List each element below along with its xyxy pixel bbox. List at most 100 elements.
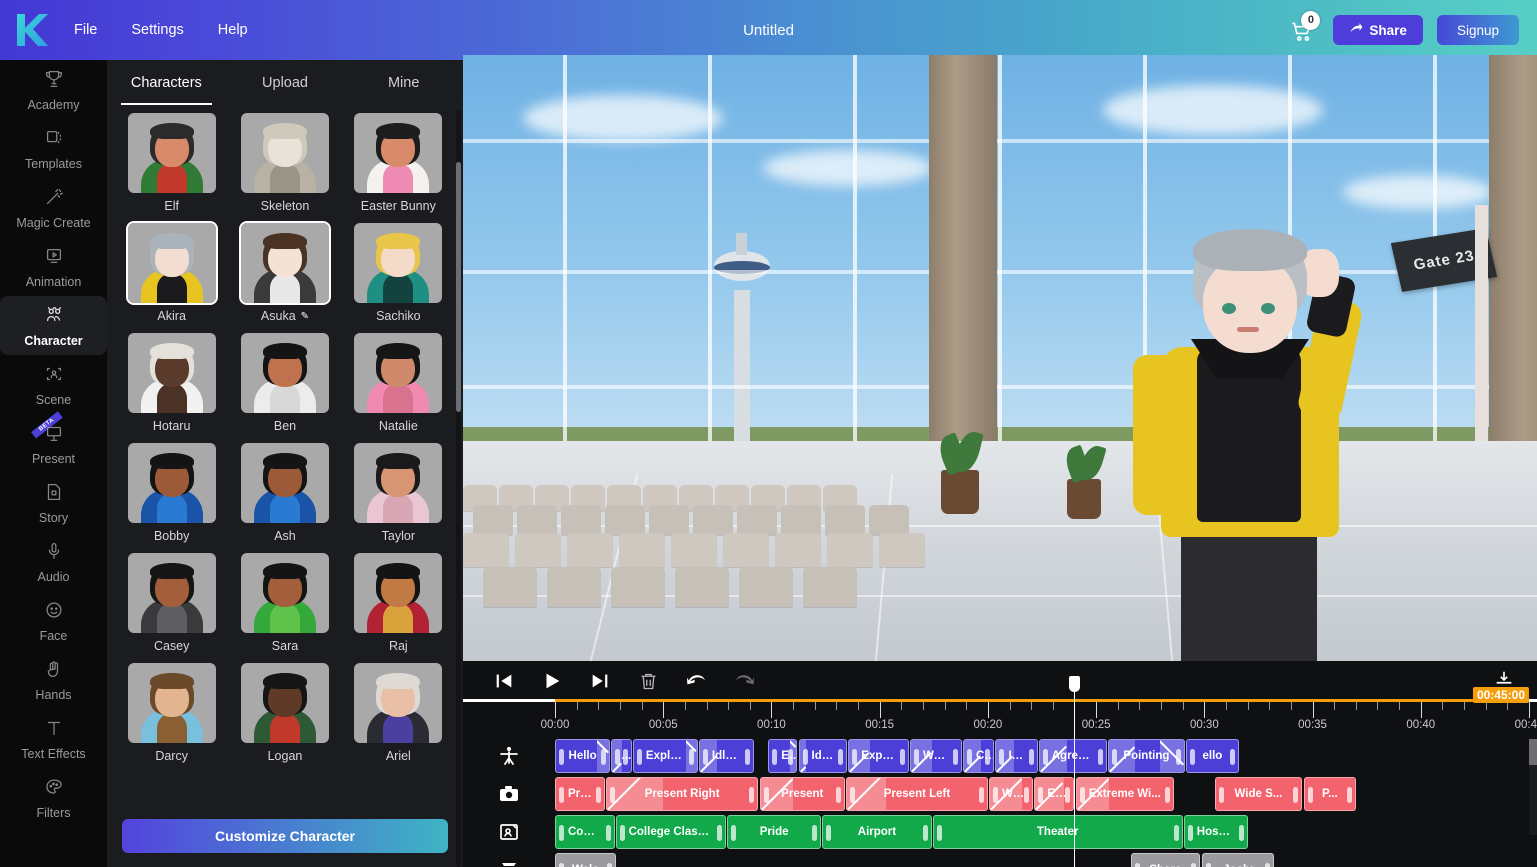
character-card[interactable]: Ariel <box>342 663 455 764</box>
menu-item-file[interactable]: File <box>72 18 99 42</box>
sidebar-item-present[interactable]: BETAPresent <box>0 414 107 473</box>
panel-scrollbar[interactable] <box>456 110 461 867</box>
tab-characters[interactable]: Characters <box>107 60 226 105</box>
tab-upload[interactable]: Upload <box>226 60 345 105</box>
timeline-clip[interactable]: Cri <box>963 739 994 773</box>
character-thumbnail[interactable] <box>241 113 329 193</box>
sidebar-item-templates[interactable]: Templates <box>0 119 107 178</box>
redo-button[interactable] <box>731 668 757 694</box>
tab-mine[interactable]: Mine <box>344 60 463 105</box>
clip-handle-right[interactable] <box>923 825 928 841</box>
scene-frame-icon[interactable] <box>463 815 555 849</box>
character-card[interactable]: Sara <box>228 553 341 654</box>
timeline-clip[interactable]: Ex... <box>768 739 797 773</box>
timeline-clip[interactable]: Idle -T <box>799 739 848 773</box>
menu-item-settings[interactable]: Settings <box>129 18 185 42</box>
timeline-clip[interactable]: Share <box>1131 853 1200 867</box>
timeline-clip[interactable]: Idle -Tu... <box>699 739 754 773</box>
sidebar-item-filters[interactable]: Filters <box>0 768 107 827</box>
character-thumbnail[interactable] <box>354 223 442 303</box>
panel-scrollbar-thumb[interactable] <box>456 162 461 412</box>
track-lane[interactable]: Welc ShareJosly <box>555 853 1529 867</box>
character-card[interactable]: Easter Bunny <box>342 113 455 214</box>
sidebar-item-character[interactable]: Character <box>0 296 107 355</box>
character-card[interactable]: Hotaru <box>115 333 228 434</box>
scene-viewport[interactable]: Gate 23 <box>463 55 1537 661</box>
k-logo-icon[interactable] <box>0 11 62 49</box>
track-lane[interactable]: PresenPresent RightPresentPresent LeftWi… <box>555 777 1529 811</box>
sidebar-item-face[interactable]: Face <box>0 591 107 650</box>
clip-handle-right[interactable] <box>812 825 817 841</box>
character-grid-scroll[interactable]: ElfSkeletonEaster BunnyAkiraAsuka✎Sachik… <box>107 105 463 867</box>
sidebar-item-audio[interactable]: Audio <box>0 532 107 591</box>
timeline-clip[interactable]: Wide S... <box>1215 777 1302 811</box>
character-thumbnail[interactable] <box>128 553 216 633</box>
clip-handle-left[interactable] <box>764 787 769 803</box>
character-card[interactable]: Skeleton <box>228 113 341 214</box>
track-lane[interactable]: Hello...ExplainingIdle -Tu...Ex...Idle -… <box>555 739 1529 773</box>
character-thumbnail[interactable] <box>128 663 216 743</box>
sidebar-item-text-effects[interactable]: Text Effects <box>0 709 107 768</box>
character-card[interactable]: Ash <box>228 443 341 544</box>
character-card[interactable]: Asuka✎ <box>228 223 341 324</box>
timeline-clip[interactable]: Explaining <box>633 739 698 773</box>
clip-handle-right[interactable] <box>1265 863 1270 867</box>
character-card[interactable]: Elf <box>115 113 228 214</box>
character-card[interactable]: Natalie <box>342 333 455 434</box>
signup-button[interactable]: Signup <box>1437 15 1519 45</box>
customize-character-button[interactable]: Customize Character <box>122 819 448 853</box>
timeline-clip[interactable]: Pride <box>727 815 821 849</box>
timeline-clip[interactable]: College Classroom <box>616 815 726 849</box>
timeline-clip[interactable]: Agreein <box>1039 739 1107 773</box>
scene-avatar[interactable] <box>1103 235 1433 661</box>
share-button[interactable]: Share <box>1333 15 1423 45</box>
timeline-ruler[interactable]: 00:0000:0500:1000:1500:2000:2500:3000:35… <box>463 699 1537 735</box>
character-card[interactable]: Raj <box>342 553 455 654</box>
clip-handle-left[interactable] <box>610 787 615 803</box>
character-thumbnail[interactable] <box>354 553 442 633</box>
clip-handle-right[interactable] <box>979 787 984 803</box>
timeline-clip[interactable]: Extreme Wi... <box>1076 777 1174 811</box>
timeline-clip[interactable]: Idle - <box>995 739 1037 773</box>
character-card[interactable]: Darcy <box>115 663 228 764</box>
clip-handle-left[interactable] <box>937 825 942 841</box>
timeline-clip[interactable]: Theater <box>933 815 1183 849</box>
timeline-clip[interactable]: Airport <box>822 815 931 849</box>
character-thumbnail[interactable] <box>241 443 329 523</box>
timeline-scrollbar-thumb[interactable] <box>1529 739 1537 765</box>
sidebar-item-magic-create[interactable]: Magic Create <box>0 178 107 237</box>
sidebar-item-academy[interactable]: Academy <box>0 60 107 119</box>
character-thumbnail[interactable] <box>128 443 216 523</box>
track-lane[interactable]: Confe...College ClassroomPrideAirportThe… <box>555 815 1529 849</box>
timeline-playhead[interactable] <box>1074 684 1075 867</box>
character-thumbnail[interactable] <box>128 113 216 193</box>
timeline-clip[interactable]: Present Left <box>846 777 988 811</box>
timeline-clip[interactable]: Welc <box>555 853 616 867</box>
timeline-clip[interactable]: Extr <box>1034 777 1074 811</box>
character-thumbnail[interactable] <box>241 333 329 413</box>
edit-icon[interactable]: ✎ <box>301 309 309 324</box>
character-card[interactable]: Ben <box>228 333 341 434</box>
character-thumbnail[interactable] <box>128 333 216 413</box>
clip-handle-left[interactable] <box>850 787 855 803</box>
delete-button[interactable] <box>635 668 661 694</box>
playhead-knob[interactable] <box>1069 676 1080 692</box>
undo-button[interactable] <box>683 668 709 694</box>
timeline-end-time-chip[interactable]: 00:45:00 <box>1473 687 1529 703</box>
clip-handle-left[interactable] <box>826 825 831 841</box>
character-thumbnail[interactable] <box>128 223 216 303</box>
timeline-clip[interactable]: Present <box>760 777 845 811</box>
timeline-clip[interactable]: Josly <box>1202 853 1273 867</box>
timeline-clip[interactable]: Hospi... <box>1184 815 1248 849</box>
cart-icon[interactable]: 0 <box>1289 13 1319 47</box>
character-thumbnail[interactable] <box>241 553 329 633</box>
character-card[interactable]: Casey <box>115 553 228 654</box>
sidebar-item-hands[interactable]: Hands <box>0 650 107 709</box>
timeline-clip[interactable]: Confe... <box>555 815 615 849</box>
sidebar-item-story[interactable]: Story <box>0 473 107 532</box>
character-thumbnail[interactable] <box>354 663 442 743</box>
clip-handle-right[interactable] <box>1174 825 1179 841</box>
timeline-clip[interactable]: Wid <box>989 777 1033 811</box>
play-button[interactable] <box>539 668 565 694</box>
character-thumbnail[interactable] <box>241 223 329 303</box>
